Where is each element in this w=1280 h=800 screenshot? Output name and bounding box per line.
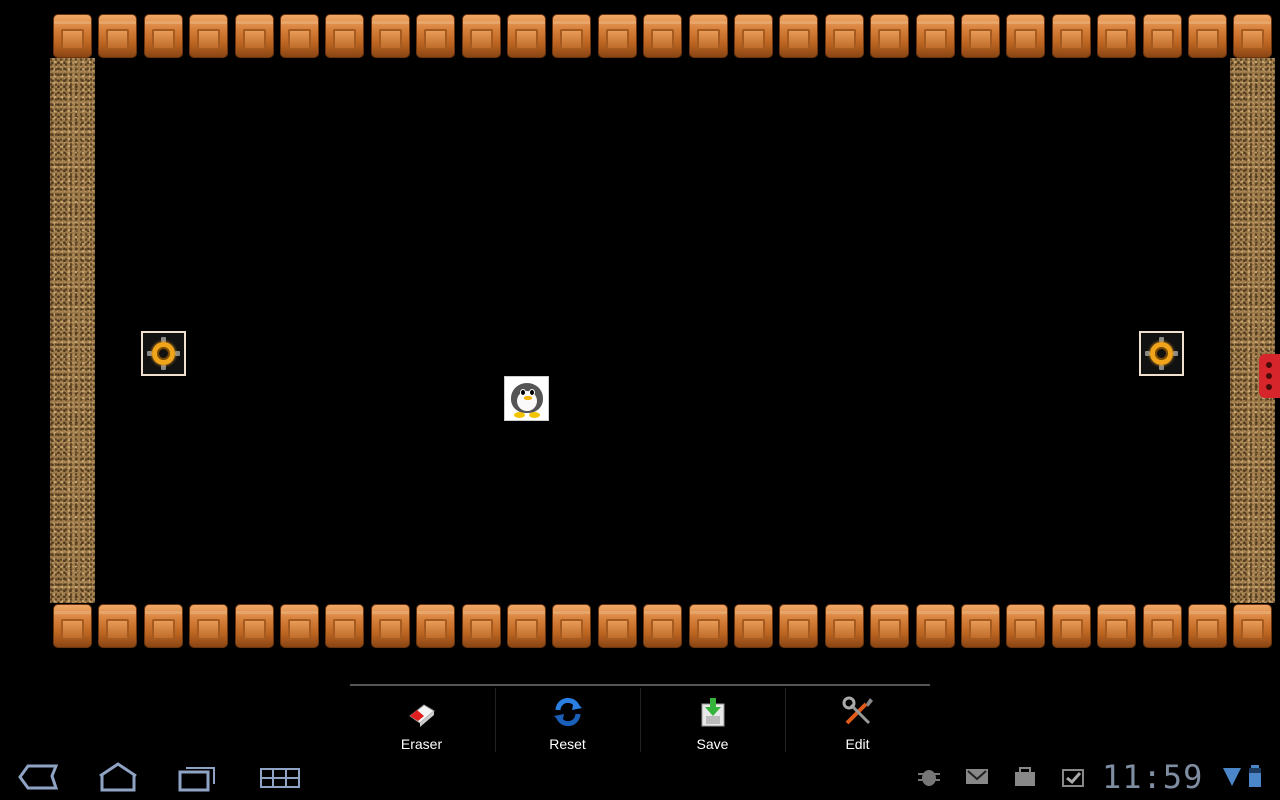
brick-block bbox=[643, 604, 683, 648]
edit-button[interactable]: Edit bbox=[785, 688, 929, 752]
battery-icon bbox=[1249, 765, 1261, 787]
brick-block bbox=[688, 604, 728, 648]
brick-block bbox=[507, 604, 546, 648]
brick-block bbox=[325, 14, 365, 58]
portal-ring-icon bbox=[1150, 342, 1173, 365]
brick-block bbox=[189, 14, 229, 58]
reset-button[interactable]: Reset bbox=[495, 688, 639, 752]
brick-block bbox=[416, 604, 456, 648]
menu-grid-icon[interactable] bbox=[258, 760, 302, 794]
brick-block bbox=[779, 14, 819, 58]
brick-block bbox=[915, 14, 955, 58]
brick-block bbox=[1142, 14, 1182, 58]
brick-block bbox=[552, 14, 592, 58]
market-bag-icon[interactable] bbox=[1012, 764, 1038, 788]
brick-block bbox=[552, 604, 592, 648]
status-clock: 11:59 bbox=[1102, 758, 1204, 796]
brick-block bbox=[1051, 14, 1091, 58]
brick-block bbox=[234, 14, 274, 58]
brick-block bbox=[143, 604, 183, 648]
game-board[interactable] bbox=[0, 0, 1280, 660]
wifi-signal-icon bbox=[1223, 768, 1241, 786]
brick-block bbox=[597, 604, 637, 648]
side-panel-handle[interactable] bbox=[1259, 354, 1280, 398]
edit-tools-icon bbox=[842, 696, 873, 725]
right-sand-wall bbox=[1230, 58, 1275, 603]
bottom-brick-wall bbox=[50, 604, 1280, 649]
brick-block bbox=[189, 604, 229, 648]
brick-block bbox=[98, 14, 138, 58]
portal-left[interactable] bbox=[141, 331, 186, 376]
brick-block bbox=[643, 14, 683, 58]
back-icon[interactable] bbox=[16, 760, 58, 794]
save-label: Save bbox=[696, 736, 729, 752]
portal-ring-icon bbox=[152, 342, 175, 365]
brick-block bbox=[507, 14, 546, 58]
eraser-icon bbox=[409, 704, 435, 727]
brick-block bbox=[1142, 604, 1182, 648]
reset-icon bbox=[554, 697, 582, 727]
brick-block bbox=[325, 604, 365, 648]
brick-block bbox=[461, 14, 501, 58]
home-icon[interactable] bbox=[96, 760, 140, 794]
brick-block bbox=[961, 604, 1000, 648]
brick-block bbox=[1188, 14, 1227, 58]
brick-block bbox=[280, 604, 319, 648]
brick-block bbox=[143, 14, 183, 58]
brick-block bbox=[1006, 604, 1046, 648]
brick-block bbox=[1233, 14, 1273, 58]
brick-block bbox=[1006, 14, 1046, 58]
brick-block bbox=[824, 604, 864, 648]
brick-block bbox=[870, 604, 910, 648]
brick-block bbox=[597, 14, 637, 58]
brick-block bbox=[53, 14, 92, 58]
edit-label: Edit bbox=[845, 736, 870, 752]
brick-block bbox=[461, 604, 501, 648]
left-sand-wall bbox=[50, 58, 95, 603]
brick-block bbox=[1051, 604, 1091, 648]
reset-label: Reset bbox=[549, 736, 586, 752]
gmail-icon[interactable] bbox=[964, 764, 990, 788]
eraser-label: Eraser bbox=[400, 736, 443, 752]
brick-block bbox=[1097, 14, 1137, 58]
brick-block bbox=[53, 604, 92, 648]
action-toolbar: Eraser Reset Save Edit bbox=[350, 684, 930, 754]
brick-block bbox=[280, 14, 319, 58]
brick-block bbox=[1233, 604, 1273, 648]
brick-block bbox=[98, 604, 138, 648]
save-icon bbox=[701, 698, 725, 727]
portal-right[interactable] bbox=[1139, 331, 1184, 376]
brick-block bbox=[1188, 604, 1227, 648]
brick-block bbox=[370, 604, 410, 648]
brick-block bbox=[915, 604, 955, 648]
recent-apps-icon[interactable] bbox=[176, 760, 218, 794]
brick-block bbox=[779, 604, 819, 648]
brick-block bbox=[688, 14, 728, 58]
brick-block bbox=[824, 14, 864, 58]
brick-block bbox=[370, 14, 410, 58]
brick-block bbox=[961, 14, 1000, 58]
eraser-button[interactable]: Eraser bbox=[350, 688, 493, 752]
brick-block bbox=[734, 14, 773, 58]
top-brick-wall bbox=[50, 14, 1280, 59]
brick-block bbox=[1097, 604, 1137, 648]
brick-block bbox=[870, 14, 910, 58]
debug-bug-icon[interactable] bbox=[916, 764, 942, 788]
brick-block bbox=[234, 604, 274, 648]
brick-block bbox=[416, 14, 456, 58]
save-button[interactable]: Save bbox=[640, 688, 784, 752]
brick-block bbox=[734, 604, 773, 648]
system-navigation-bar: 11:59 bbox=[0, 752, 1280, 800]
penguin-player[interactable] bbox=[504, 376, 549, 421]
download-complete-icon[interactable] bbox=[1060, 764, 1086, 788]
